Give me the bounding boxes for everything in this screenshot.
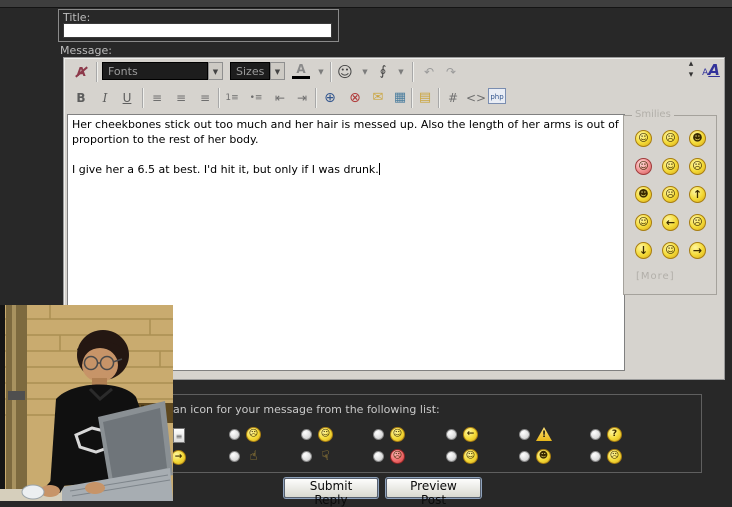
font-color-arrow-icon[interactable]: ▼ [312,62,330,82]
attachment-icon[interactable]: ∮ [374,62,392,82]
post-icon-unhappy[interactable]: ☹ [607,449,622,464]
align-center-icon[interactable]: ≡ [172,88,190,108]
wrap-quote-icon[interactable]: ▤ [416,88,434,108]
post-icon-angry[interactable]: ☹ [246,427,261,442]
message-label: Message: [60,44,112,57]
post-icon-radio-smile[interactable] [301,429,312,440]
smiley-biggrin-icon[interactable]: ☻ [689,130,706,147]
top-strip [0,0,732,8]
post-icon-arrow-left[interactable]: ← [463,427,478,442]
wrap-hash-icon[interactable]: # [444,88,462,108]
post-icon-exclamation[interactable]: ! [536,427,552,442]
remove-format-icon[interactable]: A [72,62,90,82]
smiley-arrow-down-icon[interactable]: ↓ [635,242,652,259]
smiley-redface-icon[interactable]: ☺ [635,158,652,175]
post-icon-thumbs-up[interactable]: ☝ [246,449,261,464]
post-icon-radio-mad[interactable] [373,451,384,462]
toolbar-row-1: A Fonts ▼ Sizes ▼ A ▼ ☺ ▼ ∮ ▼ ↶ ↷ ▴ ▾ AA [64,58,724,86]
smiley-frown-icon[interactable]: ☹ [662,130,679,147]
submit-reply-button[interactable]: Submit Reply [284,478,378,498]
indent-icon[interactable]: ⇥ [293,88,311,108]
sizes-dropdown[interactable]: Sizes [230,62,270,80]
smiley-grin-teeth-icon[interactable]: ☻ [635,186,652,203]
wrap-code-icon[interactable]: <> [466,88,486,108]
undo-icon[interactable]: ↶ [420,62,438,82]
smiley-arrow-right-icon[interactable]: → [689,242,706,259]
post-icon-radio-thumbs-up[interactable] [229,451,240,462]
post-icon-radio-exclamation[interactable] [519,429,530,440]
post-icon-smile[interactable]: ☺ [318,427,333,442]
smiley-smirk-icon[interactable]: ☺ [662,158,679,175]
attachment-arrow-icon[interactable]: ▼ [392,62,410,82]
post-icon-radio-wink[interactable] [446,451,457,462]
smiley-menu-arrow-icon[interactable]: ▼ [356,62,374,82]
remove-link-icon[interactable]: ⊗ [346,88,364,108]
text-caret [379,163,380,175]
toolbar-separator [315,88,317,108]
outdent-icon[interactable]: ⇤ [271,88,289,108]
post-icon-cool[interactable]: ☺ [390,427,405,442]
smiley-sad-icon[interactable]: ☹ [689,214,706,231]
toolbar-separator [412,62,414,82]
post-icon-big-grin[interactable]: ☻ [536,449,551,464]
post-icon-radio-big-grin[interactable] [519,451,530,462]
bold-icon[interactable]: B [72,88,90,108]
title-input[interactable] [63,23,332,38]
smiley-arrow-left-icon[interactable]: ← [662,214,679,231]
toolbar-separator [218,88,220,108]
smiley-devil-icon[interactable]: ☹ [662,186,679,203]
message-paragraph-2: I give her a 6.5 at best. I'd hit it, bu… [72,162,620,177]
toolbar-separator [142,88,144,108]
post-icon-post[interactable]: ≡ [173,428,185,443]
title-fieldset: Title: [58,9,339,42]
font-color-icon[interactable]: A [292,62,310,79]
post-icon-radio-angry[interactable] [229,429,240,440]
insert-email-icon[interactable]: ✉ [369,88,387,108]
smiley-rolleyes-icon[interactable]: ☺ [635,130,652,147]
ordered-list-icon[interactable]: 1≡ [223,88,241,108]
post-icon-thumbs-down[interactable]: ☟ [318,449,333,464]
smiley-confused-icon[interactable]: ☺ [662,242,679,259]
photo-overlay [0,305,173,501]
post-icon-radio-cool[interactable] [373,429,384,440]
underline-icon[interactable]: U [118,88,136,108]
smilies-panel: Smilies ☺ ☹ ☻ ☺ ☺ ☹ ☻ ☹ ↑ ☺ ← ☹ ↓ ☺ → [M… [623,115,717,295]
smiley-menu-icon[interactable]: ☺ [336,62,354,82]
smiley-cool-icon[interactable]: ☺ [635,214,652,231]
photo-illustration [0,305,173,501]
insert-image-icon[interactable]: ▦ [391,88,409,108]
more-smilies-link[interactable]: [More] [636,271,675,282]
redo-icon[interactable]: ↷ [442,62,460,82]
smilies-legend: Smilies [632,109,674,120]
post-icon-label: an icon for your message from the follow… [173,403,440,416]
wrap-php-icon[interactable]: php [488,88,506,104]
sizes-dropdown-arrow-icon[interactable]: ▼ [270,62,285,80]
fonts-dropdown[interactable]: Fonts [102,62,208,80]
align-left-icon[interactable]: ≡ [148,88,166,108]
post-icon-radio-arrow-left[interactable] [446,429,457,440]
align-right-icon[interactable]: ≡ [196,88,214,108]
unordered-list-icon[interactable]: •≡ [247,88,265,108]
toolbar-row-2: B I U ≡ ≡ ≡ 1≡ •≡ ⇤ ⇥ ⊕ ⊗ ✉ ▦ ▤ # <> php [64,86,724,112]
post-icon-arrow[interactable]: → [171,450,186,465]
toolbar-separator [411,88,413,108]
toolbar-separator [438,88,440,108]
editor-mode-toggle-icon[interactable]: AA [700,60,722,80]
toolbar-separator [96,62,98,82]
fonts-dropdown-arrow-icon[interactable]: ▼ [208,62,223,80]
toolbar-separator [330,62,332,82]
post-icon-radio-thumbs-down[interactable] [301,451,312,462]
resize-down-icon[interactable]: ▾ [682,69,700,81]
post-icon-mad[interactable]: ☹ [390,449,405,464]
message-paragraph-1: Her cheekbones stick out too much and he… [72,117,620,147]
smiley-mad-icon[interactable]: ☹ [689,158,706,175]
post-icon-radio-unhappy[interactable] [590,451,601,462]
post-icon-wink[interactable]: ☺ [463,449,478,464]
post-icon-question[interactable]: ? [607,427,622,442]
italic-icon[interactable]: I [96,88,114,108]
post-icon-radio-question[interactable] [590,429,601,440]
preview-post-button[interactable]: Preview Post [386,478,481,498]
smiley-arrow-up-icon[interactable]: ↑ [689,186,706,203]
insert-link-icon[interactable]: ⊕ [321,88,339,108]
